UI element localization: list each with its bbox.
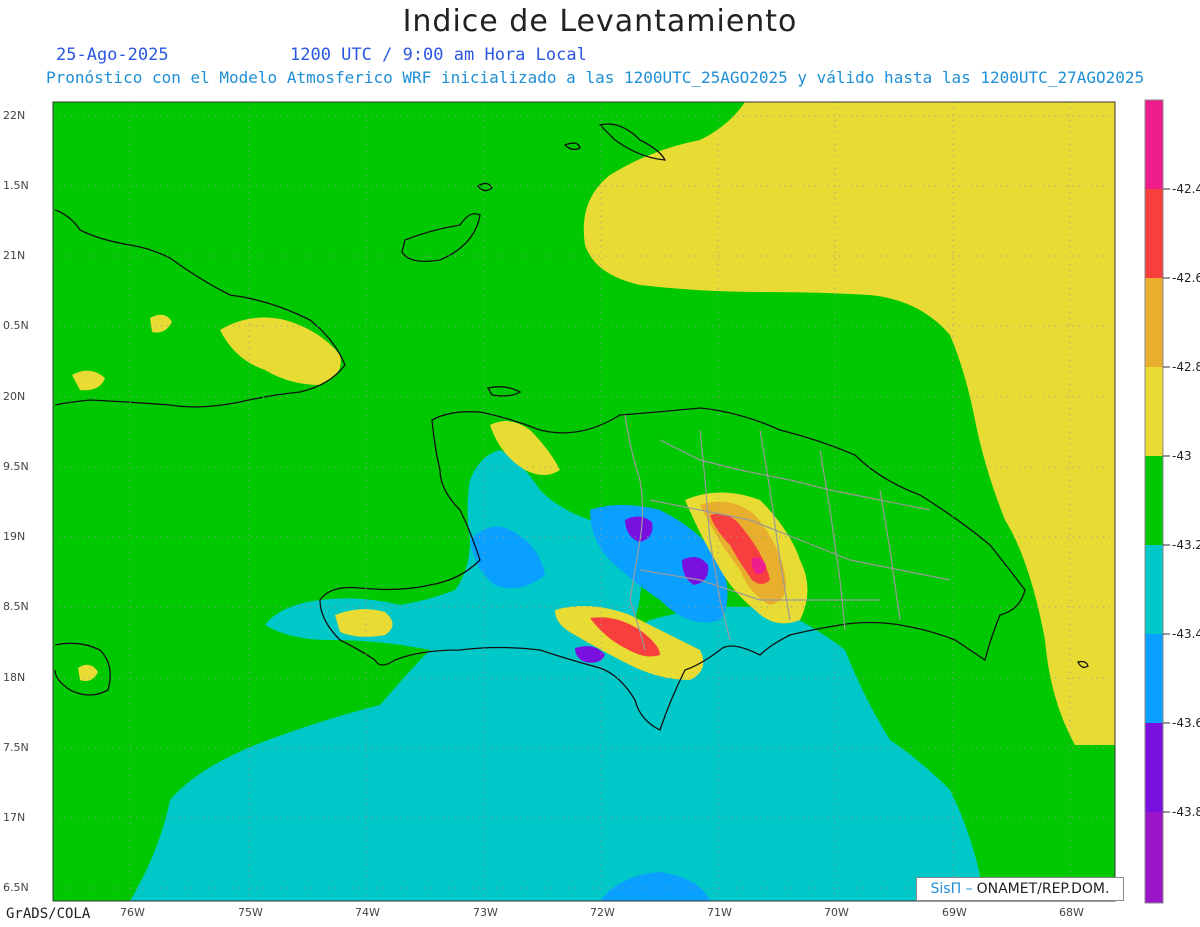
lon-label: 75W [238, 906, 263, 919]
lon-label: 76W [120, 906, 145, 919]
colorbar-label: -43 [1172, 449, 1192, 463]
colorbar-swatch-6 [1145, 545, 1163, 634]
lat-label: 17N [3, 811, 26, 824]
credit-brand: SisΠ – [930, 881, 973, 897]
colorbar-label: -43.2 [1172, 538, 1200, 552]
lat-label: 0.5N [3, 319, 29, 332]
lifted-index-map [52, 99, 1170, 904]
lat-label: 22N [3, 109, 26, 122]
lat-label: 21N [3, 249, 26, 262]
colorbar [1144, 99, 1170, 904]
lon-label: 70W [824, 906, 849, 919]
software-credit: GrADS/COLA [6, 906, 91, 922]
lat-label: 9.5N [3, 460, 29, 473]
colorbar-label: -42.6 [1172, 271, 1200, 285]
colorbar-swatch-7 [1145, 634, 1163, 723]
lon-label: 72W [590, 906, 615, 919]
colorbar-label: -43.4 [1172, 627, 1200, 641]
lat-label: 6.5N [3, 881, 29, 894]
lat-label: 7.5N [3, 741, 29, 754]
colorbar-swatch-9 [1145, 812, 1163, 903]
lat-label: 18N [3, 671, 26, 684]
lat-label: 8.5N [3, 600, 29, 613]
credit-box: SisΠ – ONAMET/REP.DOM. [916, 877, 1124, 901]
lon-label: 69W [942, 906, 967, 919]
lat-label: 1.5N [3, 179, 29, 192]
lat-label: 20N [3, 390, 26, 403]
colorbar-swatch-3 [1145, 278, 1163, 367]
colorbar-label: -42.4 [1172, 182, 1200, 196]
lon-label: 74W [355, 906, 380, 919]
colorbar-swatch-4 [1145, 367, 1163, 456]
colorbar-swatch-2 [1145, 189, 1163, 278]
lat-label: 19N [3, 530, 26, 543]
colorbar-swatch-1 [1145, 100, 1163, 189]
yellow-cell-haiti-sw [335, 609, 393, 637]
colorbar-swatch-5 [1145, 456, 1163, 545]
lon-label: 73W [473, 906, 498, 919]
lon-label: 71W [707, 906, 732, 919]
colorbar-label: -42.8 [1172, 360, 1200, 374]
credit-org: ONAMET/REP.DOM. [976, 881, 1110, 897]
colorbar-label: -43.8 [1172, 805, 1200, 819]
colorbar-swatch-8 [1145, 723, 1163, 812]
lon-label: 68W [1059, 906, 1084, 919]
colorbar-label: -43.6 [1172, 716, 1200, 730]
